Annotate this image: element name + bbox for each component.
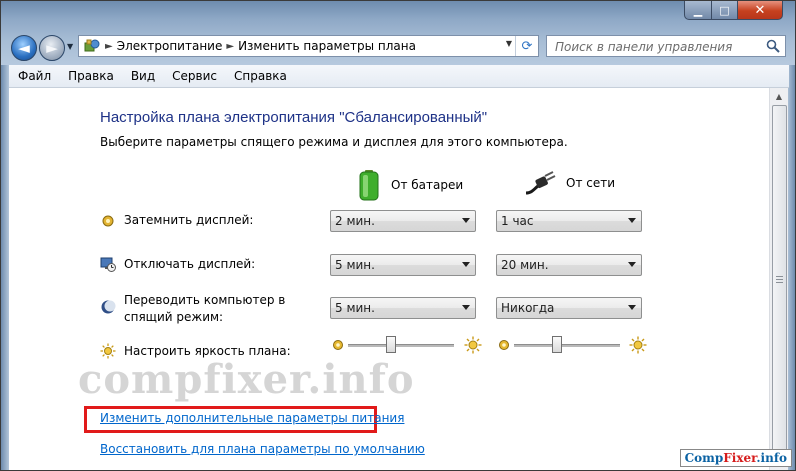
breadcrumb-power-options[interactable]: Электропитание [117,39,223,53]
breadcrumb-edit-plan[interactable]: Изменить параметры плана [238,39,416,53]
sleep-plugged-select[interactable]: Никогда [496,297,642,319]
window-controls: ▁ □ ✕ [684,1,783,21]
chevron-down-icon [462,305,470,310]
search-icon[interactable] [766,39,780,53]
grip-line [776,279,783,280]
plugged-brightness-slider[interactable] [552,336,563,353]
battery-brightness-slider[interactable] [386,336,397,353]
vertical-scrollbar[interactable]: ▲ [769,88,788,470]
scrollbar-thumb[interactable] [772,105,787,457]
menu-view[interactable]: Вид [131,69,155,83]
brand-logo: CompFixer.info [679,449,792,467]
menu-bar: Файл Правка Вид Сервис Справка [9,65,789,88]
chevron-down-icon [462,218,470,223]
dim-display-battery-value: 2 мин. [335,214,375,228]
window-frame: ▁ □ ✕ ◄ ► ▼ ► Электропитание ► Изменить … [0,0,796,471]
chevron-down-icon [628,218,636,223]
restore-defaults-link[interactable]: Восстановить для плана параметры по умол… [100,442,425,456]
sleep-battery-value: 5 мин. [335,301,375,315]
scroll-up-arrow-icon[interactable]: ▲ [770,88,788,105]
menu-help[interactable]: Справка [234,69,287,83]
display-off-label: Отключать дисплей: [124,257,256,271]
recent-pages-dropdown-icon[interactable]: ▼ [67,42,73,51]
brightness-high-icon [629,336,647,354]
menu-tools[interactable]: Сервис [172,69,217,83]
search-box[interactable] [546,35,786,57]
plugged-column-header: От сети [524,169,615,197]
battery-column-header: От батареи [358,169,463,201]
chevron-down-icon [628,305,636,310]
dim-display-plugged-select[interactable]: 1 час [496,210,642,232]
search-input[interactable] [553,37,767,57]
watermark-text: compfixer.info [78,356,415,403]
breadcrumb-separator-icon: ► [226,40,235,52]
plugged-column-label: От сети [566,176,616,190]
window-left-border [1,65,9,470]
battery-icon [359,170,379,201]
dim-display-plugged-value: 1 час [501,214,534,228]
back-button[interactable]: ◄ [11,35,37,61]
power-plug-icon [525,171,556,195]
advanced-settings-link[interactable]: Изменить дополнительные параметры питани… [100,411,404,425]
minimize-button[interactable]: ▁ [684,1,712,20]
sleep-label: Переводить компьютер в спящий режим: [124,293,286,324]
menu-edit[interactable]: Правка [68,69,114,83]
forward-button[interactable]: ► [39,35,65,61]
chevron-down-icon [628,262,636,267]
sleep-plugged-value: Никогда [501,301,555,315]
close-button[interactable]: ✕ [738,1,783,20]
address-history-dropdown-icon[interactable]: ▼ [506,39,512,48]
brightness-sun-icon [100,343,116,359]
brightness-label: Настроить яркость плана: [124,344,291,358]
maximize-button[interactable]: □ [712,1,738,20]
window-right-border [787,65,795,470]
display-off-battery-select[interactable]: 5 мин. [330,254,476,276]
menu-file[interactable]: Файл [18,69,51,83]
display-off-plugged-select[interactable]: 20 мин. [496,254,642,276]
battery-column-label: От батареи [391,178,464,192]
sleep-battery-select[interactable]: 5 мин. [330,297,476,319]
breadcrumb-separator-icon: ► [105,40,113,52]
page-title: Настройка плана электропитания "Сбаланси… [100,109,488,126]
display-off-battery-value: 5 мин. [335,258,375,272]
battery-brightness-track[interactable] [348,344,454,348]
grip-line [776,276,783,277]
sleep-moon-icon [101,300,116,314]
plugged-brightness-track[interactable] [514,344,620,348]
dim-display-label: Затемнить дисплей: [124,213,254,227]
display-off-plugged-value: 20 мин. [501,258,549,272]
content-pane: compfixer.info Настройка плана электропи… [10,88,769,470]
brightness-low-icon [333,340,343,350]
dim-display-icon [102,215,114,227]
brightness-low-icon [499,340,509,350]
brightness-high-icon [464,336,482,354]
control-panel-icon [83,38,101,54]
display-off-icon [100,257,116,272]
grip-line [776,282,783,283]
chevron-down-icon [462,262,470,267]
dim-display-battery-select[interactable]: 2 мин. [330,210,476,232]
page-subtitle: Выберите параметры спящего режима и дисп… [100,135,568,149]
address-bar[interactable]: ► Электропитание ► Изменить параметры пл… [78,35,539,57]
refresh-icon[interactable]: ⟳ [515,36,538,56]
